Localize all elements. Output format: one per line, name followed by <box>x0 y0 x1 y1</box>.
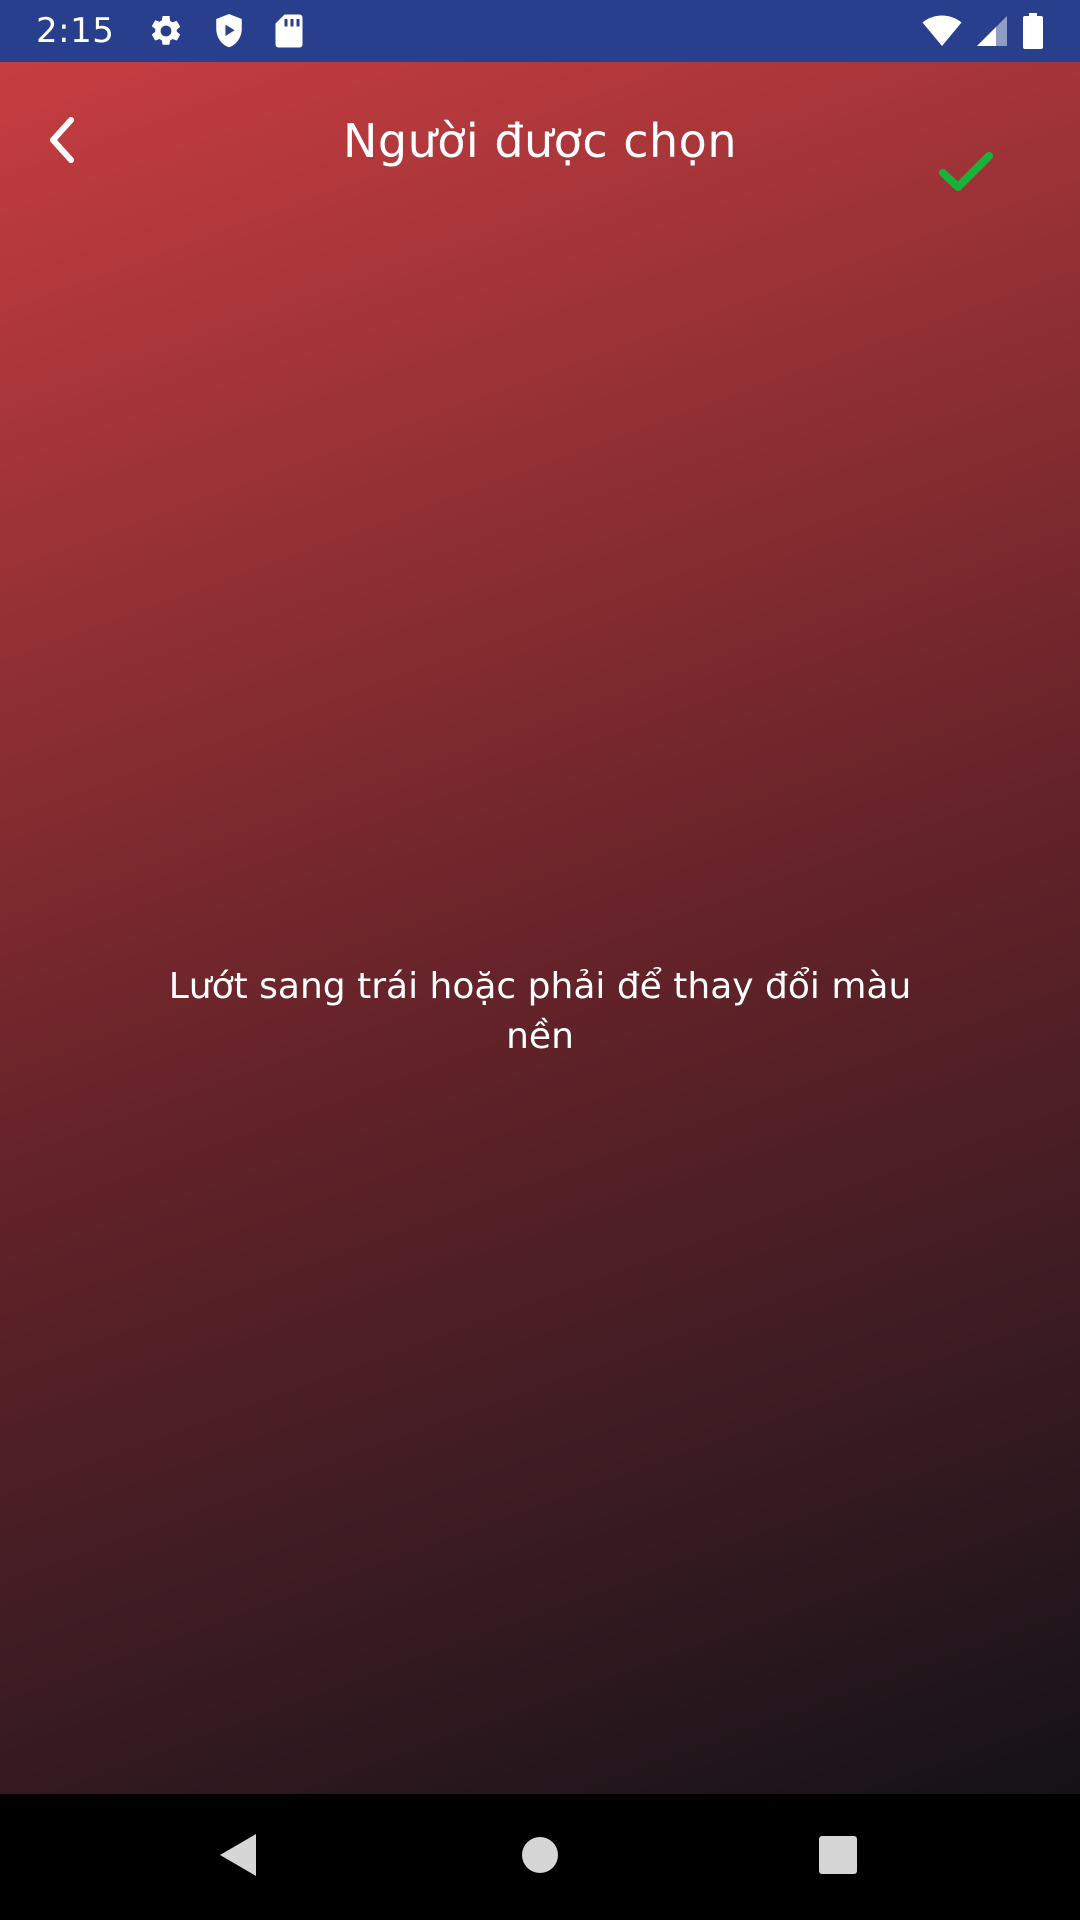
sd-card-icon <box>274 13 304 49</box>
system-nav-bar <box>0 1794 1080 1920</box>
nav-recents-button[interactable] <box>793 1812 883 1902</box>
signal-icon <box>976 15 1008 47</box>
status-time: 2:15 <box>36 11 115 51</box>
status-notification-icons <box>148 12 304 50</box>
nav-back-button[interactable] <box>193 1812 283 1902</box>
shield-play-icon <box>212 12 246 50</box>
status-bar: 2:15 <box>0 0 1080 62</box>
home-circle-icon <box>521 1836 559 1878</box>
color-background-screen[interactable]: Người được chọn Lướt sang trái hoặc phải… <box>0 62 1080 1794</box>
checkmark-icon <box>938 151 994 197</box>
status-system-icons <box>922 13 1044 49</box>
back-triangle-icon <box>218 1832 258 1882</box>
battery-icon <box>1022 13 1044 49</box>
swipe-hint-text: Lướt sang trái hoặc phải để thay đổi màu… <box>168 966 912 1057</box>
wifi-icon <box>922 15 962 47</box>
page-title: Người được chọn <box>343 114 737 168</box>
nav-home-button[interactable] <box>495 1812 585 1902</box>
confirm-button[interactable] <box>926 134 1006 214</box>
app-bar: Người được chọn <box>0 62 1080 232</box>
recents-square-icon <box>818 1835 858 1879</box>
settings-icon <box>148 13 184 49</box>
